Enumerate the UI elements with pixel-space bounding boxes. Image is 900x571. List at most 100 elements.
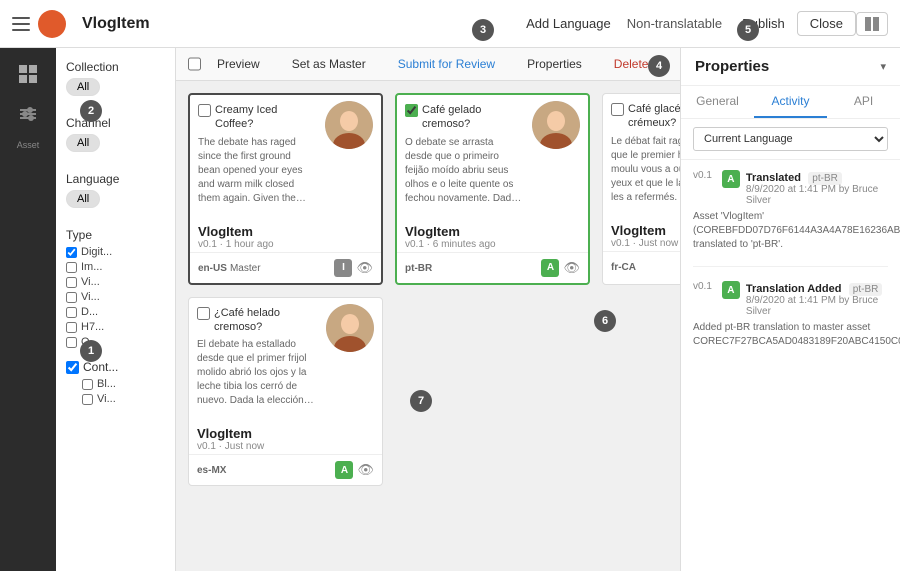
card-en-us-title: Creamy Iced Coffee? xyxy=(215,103,315,132)
type-label: Type xyxy=(66,228,165,242)
card-en-us-desc: The debate has raged since the first gro… xyxy=(198,136,315,206)
card-pt-br-lang: pt-BR xyxy=(405,263,432,274)
card-es-mx[interactable]: ¿Café helado cremoso? El debate ha estal… xyxy=(188,297,383,487)
sidebar-label-assets: Asset xyxy=(0,140,56,151)
submit-review-button[interactable]: Submit for Review xyxy=(390,54,503,74)
type-o-checkbox[interactable] xyxy=(66,337,77,348)
card-pt-br-badge: A xyxy=(541,259,559,277)
content-checkbox[interactable] xyxy=(66,361,79,374)
card-en-us-checkbox[interactable] xyxy=(198,104,211,117)
toolbar: Preview Set as Master Submit for Review … xyxy=(176,48,680,81)
card-en-us-badge: I xyxy=(334,259,352,277)
add-language-button[interactable]: Add Language xyxy=(518,12,619,35)
card-pt-br-eye-icon[interactable]: 👁 xyxy=(563,260,580,276)
channel-label: Channel xyxy=(66,116,165,130)
card-es-mx-desc: El debate ha estallado desde que el prim… xyxy=(197,338,316,408)
card-es-mx-item-title: VlogItem xyxy=(197,426,374,441)
tab-general[interactable]: General xyxy=(681,86,754,118)
content-area: Preview Set as Master Submit for Review … xyxy=(176,48,680,571)
card-en-us-item-title: VlogItem xyxy=(198,224,373,239)
topbar: VlogItem Add Language Non-translatable P… xyxy=(0,0,900,48)
sidebar-icon-grid[interactable] xyxy=(10,56,46,92)
card-en-us-lang: en-US xyxy=(198,263,227,274)
layout-icon xyxy=(865,17,879,31)
card-fr-ca[interactable]: Café glacé crémeux? Le débat fait rage d… xyxy=(602,93,680,285)
card-es-mx-version: v0.1 · Just now xyxy=(197,441,374,452)
language-select-row: Current Language xyxy=(681,119,900,160)
card-fr-ca-lang: fr-CA xyxy=(611,262,636,273)
activity-v2-label: v0.1 xyxy=(693,281,712,292)
card-en-us[interactable]: Creamy Iced Coffee? The debate has raged… xyxy=(188,93,383,285)
activity-1-time: 8/9/2020 at 1:41 PM by Bruce Silver xyxy=(746,184,888,206)
card-pt-br-desc: O debate se arrasta desde que o primeiro… xyxy=(405,136,522,206)
card-es-mx-meta: VlogItem v0.1 · Just now xyxy=(189,422,382,454)
card-pt-br-title: Café gelado cremoso? xyxy=(422,103,522,132)
channel-all-btn[interactable]: All xyxy=(66,134,100,152)
card-fr-ca-footer: fr-CA A 👁 xyxy=(603,251,680,282)
chevron-down-icon[interactable]: ▾ xyxy=(880,60,886,73)
activity-item-2: v0.1 A Translation Added pt-BR 8/9/2020 … xyxy=(693,281,888,363)
show-existing-button[interactable]: Show Existing Languages xyxy=(672,54,680,74)
type-h7-checkbox[interactable] xyxy=(66,322,77,333)
filter-panel: Collection All Channel All Language All … xyxy=(56,48,176,571)
content-vi-checkbox[interactable] xyxy=(82,394,93,405)
page-title: VlogItem xyxy=(82,15,150,33)
card-es-mx-image xyxy=(326,304,374,352)
card-fr-ca-meta: VlogItem v0.1 · Just now xyxy=(603,219,680,251)
cards-row-2: ¿Café helado cremoso? El debate ha estal… xyxy=(188,297,668,487)
card-pt-br-meta: VlogItem v0.1 · 6 minutes ago xyxy=(397,220,588,252)
language-all-btn[interactable]: All xyxy=(66,190,100,208)
right-panel: Properties ▾ General Activity API Curren… xyxy=(680,48,900,571)
close-button[interactable]: Close xyxy=(797,11,856,36)
layout-toggle-button[interactable] xyxy=(856,12,888,36)
type-vi2-checkbox[interactable] xyxy=(66,292,77,303)
activity-2-time: 8/9/2020 at 1:41 PM by Bruce Silver xyxy=(746,295,888,317)
type-digital-checkbox[interactable] xyxy=(66,247,77,258)
right-panel-tabs: General Activity API xyxy=(681,86,900,119)
card-pt-br-image xyxy=(532,101,580,149)
properties-button[interactable]: Properties xyxy=(519,54,590,74)
card-es-mx-eye-icon[interactable]: 👁 xyxy=(357,462,374,478)
preview-button[interactable]: Preview xyxy=(209,54,268,74)
activity-1-badge: A xyxy=(722,170,740,188)
card-en-us-master-label: Master xyxy=(230,263,261,274)
content-bl-checkbox[interactable] xyxy=(82,379,93,390)
current-language-select[interactable]: Current Language xyxy=(693,127,888,151)
tab-api[interactable]: API xyxy=(827,86,900,118)
type-d-checkbox[interactable] xyxy=(66,307,77,318)
card-fr-ca-checkbox[interactable] xyxy=(611,103,624,116)
non-translatable-button[interactable]: Non-translatable xyxy=(619,12,730,35)
card-fr-ca-title: Café glacé crémeux? xyxy=(628,102,680,131)
card-es-mx-lang: es-MX xyxy=(197,465,226,476)
cards-area: Creamy Iced Coffee? The debate has raged… xyxy=(176,81,680,571)
activity-1-desc: Asset 'VlogItem' (COREBFDD07D76F6144A3A4… xyxy=(693,210,888,252)
type-im-checkbox[interactable] xyxy=(66,262,77,273)
card-fr-ca-desc: Le débat fait rage depuis que le premier… xyxy=(611,135,680,205)
activity-1-action: Translated xyxy=(746,172,801,184)
card-en-us-version: v0.1 · 1 hour ago xyxy=(198,239,373,250)
card-pt-br-item-title: VlogItem xyxy=(405,224,580,239)
cards-row-1: Creamy Iced Coffee? The debate has raged… xyxy=(188,93,668,285)
hamburger-icon[interactable] xyxy=(12,17,30,31)
activity-list: v0.1 A Translated pt-BR 8/9/2020 at 1:41… xyxy=(681,160,900,571)
publish-button[interactable]: Publish xyxy=(730,12,797,35)
card-es-mx-title: ¿Café helado cremoso? xyxy=(214,306,316,335)
activity-2-desc: Added pt-BR translation to master asset … xyxy=(693,321,888,349)
card-en-us-eye-icon[interactable]: 👁 xyxy=(356,260,373,276)
type-vi1-checkbox[interactable] xyxy=(66,277,77,288)
delete-button[interactable]: Delete xyxy=(606,54,657,74)
card-es-mx-checkbox[interactable] xyxy=(197,307,210,320)
activity-2-badge: A xyxy=(722,281,740,299)
card-fr-ca-item-title: VlogItem xyxy=(611,223,680,238)
set-master-button[interactable]: Set as Master xyxy=(284,54,374,74)
card-pt-br-version: v0.1 · 6 minutes ago xyxy=(405,239,580,250)
collection-all-btn[interactable]: All xyxy=(66,78,100,96)
card-pt-br[interactable]: Café gelado cremoso? O debate se arrasta… xyxy=(395,93,590,285)
card-pt-br-checkbox[interactable] xyxy=(405,104,418,117)
sidebar-icon-sliders[interactable] xyxy=(10,96,46,132)
select-all-checkbox[interactable] xyxy=(188,57,201,71)
left-sidebar: Asset xyxy=(0,48,56,571)
language-label: Language xyxy=(66,172,165,186)
tab-activity[interactable]: Activity xyxy=(754,86,827,118)
activity-v1-label: v0.1 xyxy=(693,170,712,181)
